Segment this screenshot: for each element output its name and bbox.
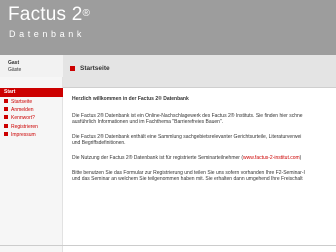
welcome-heading: Herzlich willkommen in der Factus 2® Dat… xyxy=(72,96,189,102)
nav-item-impressum[interactable]: Impressum xyxy=(4,132,36,139)
nav-item-label: Startseite xyxy=(11,99,33,105)
paragraph-line: und Begriffsdefinitionen. xyxy=(72,140,126,146)
paragraph-line: ausführlich Informationen und im Fachthe… xyxy=(72,119,224,125)
logo-registered-mark: ® xyxy=(82,8,91,19)
nav-heading: Start xyxy=(0,88,63,97)
nav-item-startseite[interactable]: Startseite xyxy=(4,99,32,106)
paragraph-line: Die Nutzung der Factus 2® Datenbank ist … xyxy=(72,155,301,161)
paragraph-line: und das Seminar an welchem Sie teilgenom… xyxy=(72,176,303,182)
usage-text: Die Nutzung der Factus 2® Datenbank ist … xyxy=(72,155,243,161)
logo-name: Factus 2 xyxy=(8,4,83,25)
nav-item-anmelden[interactable]: Anmelden xyxy=(4,107,34,114)
divider xyxy=(0,245,336,246)
bullet-icon xyxy=(4,107,8,111)
page-title: Startseite xyxy=(80,65,110,72)
nav-item-label: Registrieren xyxy=(11,124,38,130)
bullet-icon xyxy=(4,115,8,119)
user-name: Gast xyxy=(8,60,20,66)
usage-text-end: ) xyxy=(299,155,302,161)
user-info: Gast Gäste xyxy=(0,55,63,77)
user-group: Gäste xyxy=(8,67,22,73)
nav-item-registrieren[interactable]: Registrieren xyxy=(4,124,38,131)
nav-item-label: Anmelden xyxy=(11,107,34,113)
bullet-icon xyxy=(4,124,8,128)
nav-item-label: Impressum xyxy=(11,132,36,138)
nav-item-label: Kennwort? xyxy=(11,115,35,121)
title-square-icon xyxy=(70,66,75,71)
header: Factus 2® Datenbank xyxy=(0,0,336,55)
bullet-icon xyxy=(4,99,8,103)
logo-subtitle: Datenbank xyxy=(9,29,85,39)
nav-item-kennwort[interactable]: Kennwort? xyxy=(4,115,35,122)
institute-link[interactable]: www.factus-2-institut.com xyxy=(243,155,300,161)
logo: Factus 2® xyxy=(8,4,90,26)
bullet-icon xyxy=(4,132,8,136)
